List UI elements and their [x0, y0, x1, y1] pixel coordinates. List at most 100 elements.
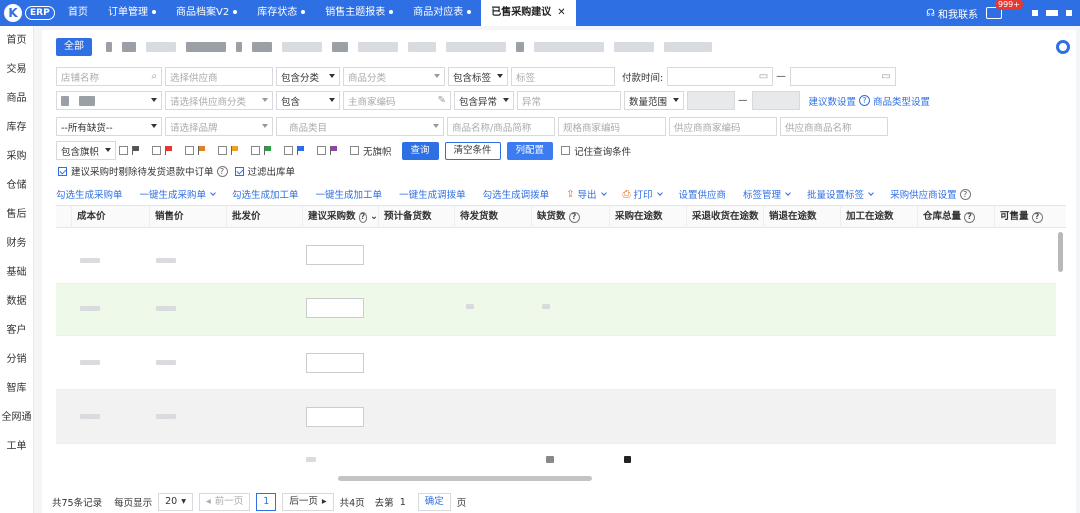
suggest-qty-input[interactable] [306, 298, 364, 318]
col-warehouse-total[interactable]: 仓库总量? [918, 206, 995, 228]
print-button[interactable]: ⎙ 打印 [623, 187, 663, 201]
col-return-receive-transit[interactable]: 采退收货在途数 [687, 206, 764, 228]
tab-order-management[interactable]: 订单管理 [98, 0, 166, 26]
export-button[interactable]: ⇪ 导出 [566, 187, 607, 201]
flag-checkbox[interactable] [218, 146, 227, 155]
one-click-transfer-button[interactable]: 一键生成调拨单 [399, 187, 466, 201]
help-icon[interactable]: ? [568, 211, 580, 223]
table-row[interactable] [56, 390, 1056, 444]
tag-management-button[interactable]: 标签管理 [743, 187, 791, 201]
shop-chip[interactable] [186, 42, 226, 52]
check-generate-process-button[interactable]: 勾选生成加工单 [232, 187, 299, 201]
col-sales-return-transit[interactable]: 销退在途数 [764, 206, 841, 228]
sidebar-item-warehouse[interactable]: 仓储 [0, 171, 33, 200]
product-category2-select[interactable]: 商品类目 [276, 117, 444, 136]
spec-merchant-code-input[interactable]: 规格商家编码 [558, 117, 666, 136]
main-merchant-code-input[interactable]: 主商家编码 ✎ [343, 91, 451, 110]
help-icon[interactable]: ? [964, 211, 976, 223]
flag-checkbox[interactable] [185, 146, 194, 155]
user-menu-icon[interactable] [1032, 10, 1038, 16]
col-purchase-transit[interactable]: 采购在途数 [610, 206, 687, 228]
one-click-purchase-button[interactable]: 一键生成采购单 [140, 187, 216, 201]
shop-chip[interactable] [236, 42, 242, 52]
include-flag-select[interactable]: 包含旗帜 [56, 141, 116, 160]
table-row[interactable] [56, 228, 1056, 284]
product-category-select[interactable]: 商品分类 [343, 67, 445, 86]
tab-stock-status[interactable]: 库存状态 [247, 0, 315, 26]
menu-icon[interactable] [1066, 10, 1072, 16]
shortage-select[interactable]: --所有缺货-- [56, 117, 162, 136]
qty-range-min[interactable] [687, 91, 735, 110]
shop-chip[interactable] [252, 42, 272, 52]
clear-button[interactable]: 清空条件 [444, 141, 501, 160]
page-number-current[interactable]: 1 [256, 493, 277, 511]
batch-set-tag-button[interactable]: 批量设置标签 [807, 187, 874, 201]
shop-chip[interactable] [106, 42, 112, 52]
include-category-select[interactable]: 包含分类 [276, 67, 340, 86]
brand-select[interactable]: 请选择品牌 [165, 117, 273, 136]
filter-outbound-checkbox[interactable] [234, 166, 244, 176]
sidebar-item-after-sales[interactable]: 售后 [0, 200, 33, 229]
user-name-icon[interactable] [1046, 10, 1058, 16]
col-wholesale-price[interactable]: 批发价 [227, 206, 303, 228]
product-name-input[interactable]: 商品名称/商品简称 [447, 117, 555, 136]
contact-us-button[interactable]: ☊ 和我联系 [926, 6, 978, 21]
table-row[interactable] [56, 284, 1056, 336]
set-supplier-button[interactable]: 设置供应商 [679, 187, 727, 201]
col-pending-ship[interactable]: 待发货数 [455, 206, 532, 228]
mail-icon[interactable]: 999+ [986, 0, 1023, 19]
include-select[interactable]: 包含 [276, 91, 340, 110]
tab-product-mapping[interactable]: 商品对应表 [403, 0, 481, 26]
shop-chip[interactable] [614, 42, 654, 52]
sidebar-item-trade[interactable]: 交易 [0, 55, 33, 84]
flag-checkbox[interactable] [152, 146, 161, 155]
shop-chip[interactable] [516, 42, 524, 52]
qty-range-select[interactable]: 数量范围 [624, 91, 684, 110]
one-click-process-button[interactable]: 一键生成加工单 [316, 187, 383, 201]
check-generate-transfer-button[interactable]: 勾选生成调拨单 [483, 187, 550, 201]
suggest-qty-input[interactable] [306, 245, 364, 265]
qty-range-max[interactable] [751, 91, 800, 110]
no-flag-checkbox[interactable] [350, 146, 359, 155]
sidebar-item-purchase[interactable]: 采购 [0, 142, 33, 171]
include-abnormal-select[interactable]: 包含异常 [454, 91, 514, 110]
table-row[interactable] [56, 336, 1056, 390]
edit-icon[interactable]: ✎ [438, 95, 446, 106]
suggest-setting-link[interactable]: 建议数设置 [809, 94, 857, 108]
shop-name-input[interactable]: 店铺名称 ⌕ [56, 67, 162, 86]
help-icon[interactable]: ? [1031, 211, 1043, 223]
flag-checkbox[interactable] [251, 146, 260, 155]
purchase-supplier-setting-button[interactable]: 采购供应商设置? [890, 187, 974, 201]
shop-chip[interactable] [332, 42, 348, 52]
query-button[interactable]: 查询 [401, 141, 439, 160]
sidebar-item-ticket[interactable]: 工单 [0, 432, 33, 461]
help-icon[interactable]: ? [859, 95, 871, 106]
shop-chip[interactable] [446, 42, 506, 52]
shop-chip[interactable] [122, 42, 136, 52]
col-sale-price[interactable]: 销售价 [150, 206, 227, 228]
flag-checkbox[interactable] [284, 146, 293, 155]
supplier-product-name-input[interactable]: 供应商商品名称 [780, 117, 888, 136]
per-page-select[interactable]: 20 ▾ [158, 493, 193, 511]
help-icon[interactable]: ? [358, 211, 368, 223]
remember-checkbox[interactable] [561, 146, 571, 155]
sidebar-item-customer[interactable]: 客户 [0, 316, 33, 345]
column-config-button[interactable]: 列配置 [506, 141, 554, 160]
sidebar-item-finance[interactable]: 财务 [0, 229, 33, 258]
help-icon[interactable]: ? [216, 165, 228, 177]
pay-time-end[interactable]: ▭ [789, 67, 896, 86]
sidebar-item-product[interactable]: 商品 [0, 84, 33, 113]
supplier-select[interactable]: 选择供应商 [165, 67, 273, 86]
all-shops-button[interactable]: 全部 [56, 38, 92, 56]
flag-checkbox[interactable] [317, 146, 326, 155]
sidebar-item-data[interactable]: 数据 [0, 287, 33, 316]
supplier-merchant-code-input[interactable]: 供应商商家编码 [669, 117, 777, 136]
col-expected-stock[interactable]: 预计备货数 [379, 206, 455, 228]
sidebar-item-think-tank[interactable]: 智库 [0, 374, 33, 403]
app-logo[interactable]: K ERP [0, 0, 58, 26]
product-type-setting-link[interactable]: 商品类型设置 [873, 94, 930, 108]
shop-chip[interactable] [282, 42, 322, 52]
chevron-down-icon[interactable]: ⌄ [370, 206, 378, 228]
col-process-transit[interactable]: 加工在途数 [841, 206, 918, 228]
next-page-button[interactable]: 后一页 ▸ [282, 493, 334, 511]
